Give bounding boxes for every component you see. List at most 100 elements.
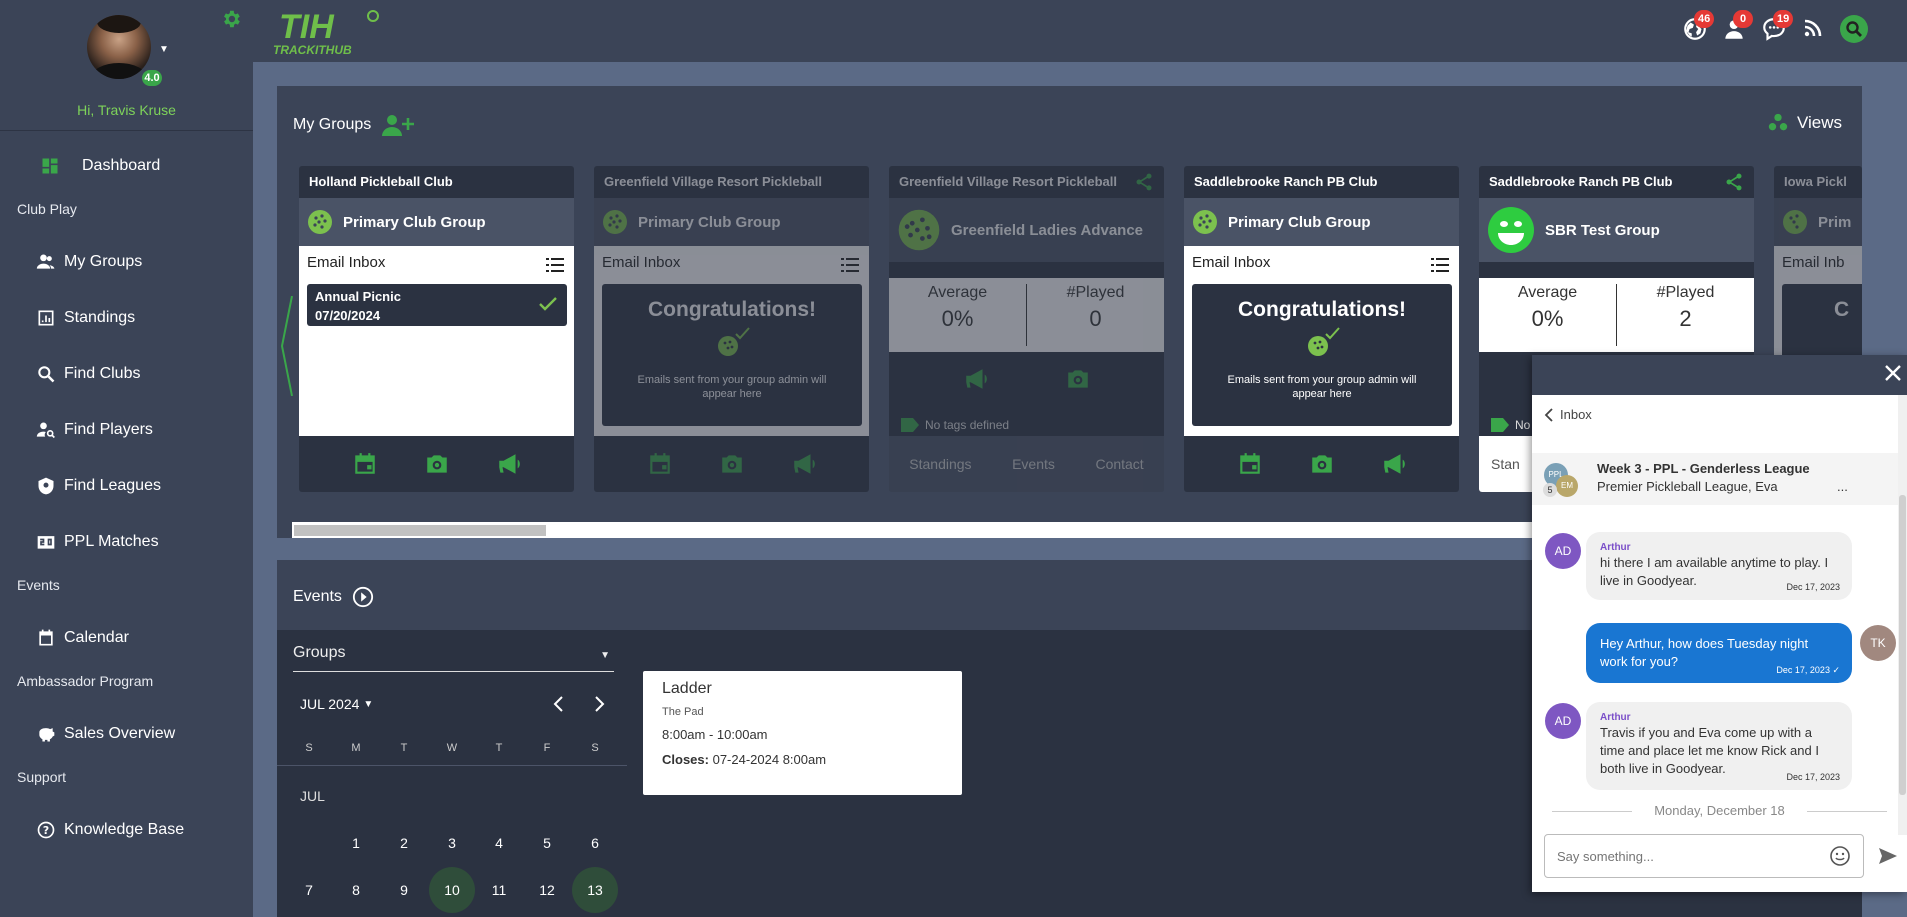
message-input[interactable] — [1544, 834, 1864, 878]
events-link[interactable]: Events — [1012, 456, 1055, 472]
inbox-message[interactable]: Annual Picnic 07/20/2024 — [307, 284, 567, 326]
calendar-icon[interactable] — [1237, 451, 1263, 477]
scrollbar-thumb[interactable] — [294, 525, 546, 536]
sidebar-item-standings[interactable]: Standings — [36, 308, 135, 328]
calendar-icon[interactable] — [352, 451, 378, 477]
megaphone-icon[interactable] — [1381, 451, 1407, 477]
user-avatar[interactable] — [87, 15, 151, 79]
group-row[interactable]: Primary Club Group — [594, 198, 869, 246]
group-card[interactable]: Holland Pickleball Club Primary Club Gro… — [299, 166, 574, 492]
event-card[interactable]: Ladder The Pad 8:00am - 10:00am Closes: … — [643, 671, 962, 795]
calendar-day[interactable]: 5 — [524, 820, 570, 866]
send-icon[interactable] — [1878, 846, 1898, 866]
groups-dropdown[interactable]: Groups ▼ — [293, 644, 614, 672]
list-icon[interactable] — [546, 258, 564, 272]
calendar-day[interactable]: 4 — [476, 820, 522, 866]
scrollbar-thumb[interactable] — [1899, 495, 1906, 795]
add-group-icon[interactable] — [381, 112, 415, 138]
friend-requests[interactable]: 0 — [1721, 10, 1753, 42]
dropdown-value: Groups — [293, 644, 346, 661]
list-icon[interactable] — [841, 258, 859, 272]
globe-notifications[interactable]: 46 — [1682, 10, 1715, 42]
calendar-day[interactable]: 9 — [381, 867, 427, 913]
contact-link[interactable]: Contact — [1095, 456, 1143, 472]
sidebar-item-find-clubs[interactable]: Find Clubs — [36, 364, 140, 384]
sidebar-item-sales-overview[interactable]: Sales Overview — [36, 724, 175, 744]
group-row[interactable]: Greenfield Ladies Advance — [889, 198, 1164, 262]
rss-icon — [1804, 19, 1822, 37]
megaphone-icon[interactable] — [791, 451, 817, 477]
chevron-left-icon[interactable] — [549, 694, 569, 714]
club-name: Saddlebrooke Ranch PB Club — [1194, 174, 1378, 189]
event-title: Ladder — [662, 680, 712, 697]
sidebar-item-knowledge-base[interactable]: ? Knowledge Base — [36, 820, 184, 840]
share-icon[interactable] — [1724, 172, 1744, 192]
sidebar-item-label: Find Players — [64, 421, 153, 438]
group-stats: Average 0% #Played 2 — [1479, 278, 1754, 352]
calendar-day-with-event[interactable]: 13 — [572, 867, 618, 913]
calendar-day[interactable]: 3 — [429, 820, 475, 866]
calendar-month-label: JUL — [300, 788, 325, 804]
calendar-day[interactable]: 8 — [333, 867, 379, 913]
camera-icon[interactable] — [424, 451, 450, 477]
views-button[interactable]: Views — [1767, 112, 1842, 134]
chat-scrollbar[interactable] — [1898, 395, 1907, 835]
calendar-day[interactable]: 1 — [333, 820, 379, 866]
standings-link[interactable]: Stan — [1491, 456, 1520, 472]
scroll-left-arrow[interactable] — [281, 296, 293, 396]
more-members[interactable]: ... — [1837, 479, 1848, 494]
group-row[interactable]: Prim — [1774, 198, 1862, 246]
gear-icon[interactable] — [220, 8, 242, 30]
calendar-day[interactable]: 2 — [381, 820, 427, 866]
chevron-right-icon[interactable] — [589, 694, 609, 714]
close-icon[interactable] — [1883, 363, 1903, 383]
user-search-icon — [36, 422, 55, 439]
group-card[interactable]: Greenfield Village Resort Pickleball Pri… — [594, 166, 869, 492]
group-row[interactable]: SBR Test Group — [1479, 198, 1754, 262]
pickleball-icon — [1783, 210, 1807, 234]
share-icon[interactable] — [1134, 172, 1154, 192]
group-card[interactable]: Saddlebrooke Ranch PB Club Primary Club … — [1184, 166, 1459, 492]
rss-feed[interactable] — [1801, 16, 1827, 42]
emoji-icon[interactable] — [1829, 845, 1851, 867]
trackithub-logo[interactable]: TIH TRACKITHUB — [273, 4, 383, 56]
sidebar-item-calendar[interactable]: Calendar — [36, 628, 129, 648]
group-card[interactable]: Greenfield Village Resort Pickleball Gre… — [889, 166, 1164, 492]
scoreboard-icon — [37, 536, 55, 549]
sidebar-item-find-players[interactable]: Find Players — [36, 420, 153, 440]
camera-icon[interactable] — [1065, 366, 1091, 392]
sidebar-item-label: Dashboard — [82, 157, 161, 174]
calendar-day-with-event[interactable]: 10 — [429, 867, 475, 913]
svg-text:TRACKITHUB: TRACKITHUB — [273, 43, 352, 56]
calendar-day[interactable]: 12 — [524, 867, 570, 913]
camera-icon[interactable] — [1309, 451, 1335, 477]
sidebar-item-find-leagues[interactable]: Find Leagues — [36, 476, 161, 496]
weekday-header: W — [446, 742, 458, 754]
users-icon — [36, 254, 55, 269]
calendar-day[interactable]: 7 — [286, 867, 332, 913]
sidebar-item-dashboard[interactable]: Dashboard — [40, 156, 160, 176]
list-icon[interactable] — [1431, 258, 1449, 272]
caret-down-icon[interactable]: ▼ — [159, 44, 169, 55]
calendar-icon[interactable] — [647, 451, 673, 477]
camera-icon[interactable] — [719, 451, 745, 477]
month-selector[interactable]: JUL 2024 ▼ — [300, 696, 373, 712]
played-value: 0 — [1089, 306, 1102, 331]
messages[interactable]: 19 — [1761, 10, 1794, 42]
megaphone-icon[interactable] — [496, 451, 522, 477]
search-button[interactable] — [1839, 15, 1868, 43]
back-to-inbox[interactable]: Inbox — [1544, 407, 1592, 422]
sidebar-item-ppl-matches[interactable]: PPL Matches — [36, 532, 159, 552]
megaphone-icon[interactable] — [963, 366, 989, 392]
chat-thread-header[interactable]: PPL EM 5 Week 3 - PPL - Genderless Leagu… — [1532, 453, 1907, 505]
sidebar-item-my-groups[interactable]: My Groups — [36, 252, 142, 272]
play-circle-icon[interactable] — [352, 586, 374, 608]
card-links: Standings Events Contact — [889, 436, 1164, 492]
group-row[interactable]: Primary Club Group — [299, 198, 574, 246]
standings-link[interactable]: Standings — [909, 456, 971, 472]
group-row[interactable]: Primary Club Group — [1184, 198, 1459, 246]
chat-message: Arthur Travis if you and Eva come up wit… — [1586, 702, 1852, 790]
group-tags: No — [1491, 418, 1530, 432]
calendar-day[interactable]: 6 — [572, 820, 618, 866]
calendar-day[interactable]: 11 — [476, 867, 522, 913]
